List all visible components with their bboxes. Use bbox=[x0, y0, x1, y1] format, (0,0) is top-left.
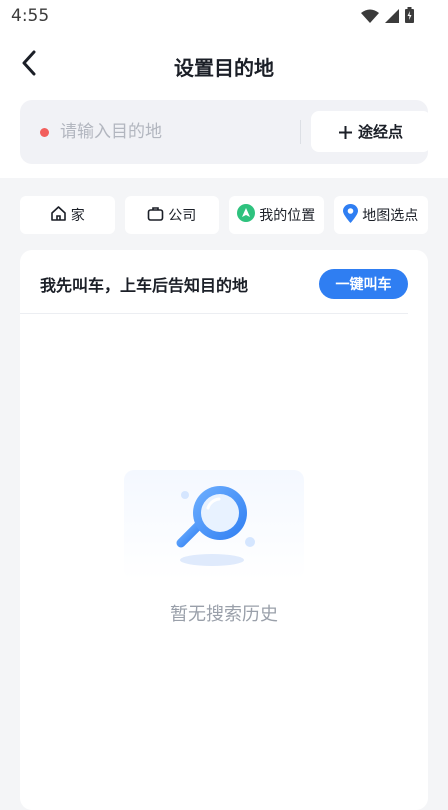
wifi-icon bbox=[361, 8, 379, 27]
quick-home-button[interactable]: 家 bbox=[20, 196, 115, 234]
my-location-icon bbox=[237, 204, 256, 226]
magnifier-icon bbox=[124, 470, 304, 584]
map-pin-icon bbox=[343, 203, 359, 227]
one-key-call-button[interactable]: 一键叫车 bbox=[319, 269, 408, 299]
quick-map-pick-label: 地图选点 bbox=[362, 208, 419, 224]
waypoint-label: 途经点 bbox=[357, 123, 403, 141]
briefcase-icon bbox=[147, 205, 164, 226]
signal-icon bbox=[385, 8, 399, 27]
quick-my-location-button[interactable]: 我的位置 bbox=[229, 196, 324, 234]
destination-input[interactable] bbox=[60, 118, 290, 146]
add-waypoint-button[interactable]: 途经点 bbox=[311, 111, 431, 152]
empty-history-text: 暂无搜索历史 bbox=[170, 604, 278, 625]
card-divider bbox=[20, 313, 408, 314]
nav-bar: 设置目的地 bbox=[0, 40, 448, 92]
quick-map-pick-button[interactable]: 地图选点 bbox=[333, 196, 428, 234]
status-time: 4:55 bbox=[11, 6, 50, 26]
divider bbox=[300, 120, 301, 144]
home-icon bbox=[50, 205, 67, 226]
destination-search-card: 途经点 bbox=[20, 100, 431, 164]
quick-my-location-label: 我的位置 bbox=[259, 208, 316, 224]
quick-home-label: 家 bbox=[70, 208, 85, 224]
call-car-hint: 我先叫车，上车后告知目的地 bbox=[40, 276, 249, 295]
empty-search-illustration bbox=[124, 470, 304, 580]
quick-company-button[interactable]: 公司 bbox=[124, 196, 219, 234]
quick-actions: 家 公司 我的位置 地图选点 bbox=[20, 196, 428, 234]
status-icons bbox=[361, 7, 414, 27]
battery-icon bbox=[405, 7, 414, 27]
history-card: 我先叫车，上车后告知目的地 一键叫车 暂无搜索历史 bbox=[20, 250, 428, 810]
plus-icon bbox=[338, 122, 352, 142]
quick-company-label: 公司 bbox=[168, 208, 197, 224]
status-bar: 4:55 bbox=[0, 0, 448, 32]
destination-dot-icon bbox=[40, 128, 49, 137]
page-title: 设置目的地 bbox=[174, 56, 274, 80]
top-area: 4:55 设置目的地 途经点 bbox=[0, 0, 448, 178]
